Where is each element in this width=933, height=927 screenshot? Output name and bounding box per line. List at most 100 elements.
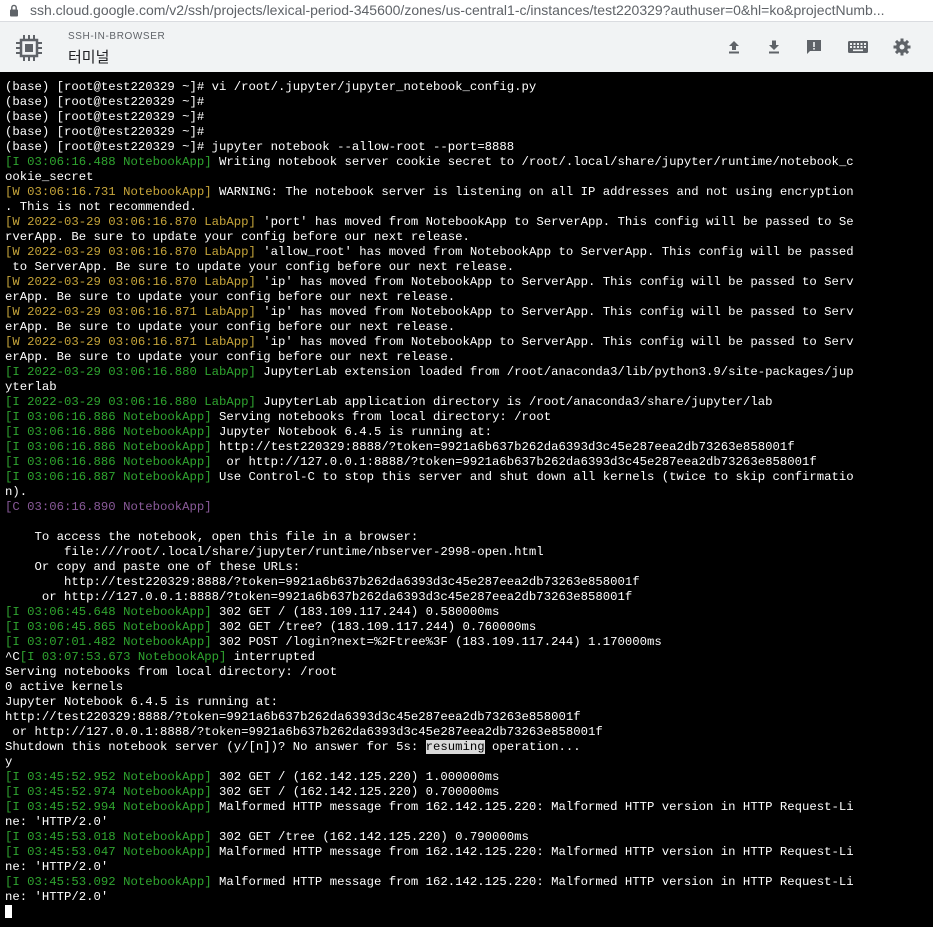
terminal-text: 'ip' has moved from NotebookApp to Serve… <box>255 335 854 349</box>
terminal-prompt-line <box>5 905 933 920</box>
terminal-line: [C 03:06:16.890 NotebookApp] <box>5 500 933 515</box>
terminal-line: ^C[I 03:07:53.673 NotebookApp] interrupt… <box>5 650 933 665</box>
terminal-line: [I 03:45:52.974 NotebookApp] 302 GET / (… <box>5 785 933 800</box>
terminal-text: http://test220329:8888/?token=9921a6b637… <box>5 575 640 589</box>
terminal-text: rverApp. Be sure to update your config b… <box>5 230 470 244</box>
terminal-text: To access the notebook, open this file i… <box>5 530 419 544</box>
terminal-text: (base) [root@test220329 ~]# <box>5 95 205 109</box>
terminal-line: [W 2022-03-29 03:06:16.870 LabApp] 'ip' … <box>5 275 933 290</box>
terminal-line: . This is not recommended. <box>5 200 933 215</box>
download-icon <box>769 40 779 54</box>
terminal-text: [I 03:06:16.488 NotebookApp] <box>5 155 212 169</box>
terminal-line: n). <box>5 485 933 500</box>
terminal-line: (base) [root@test220329 ~]# <box>5 110 933 125</box>
terminal-text: Serving notebooks from local directory: … <box>5 665 338 679</box>
settings-button[interactable] <box>890 35 914 59</box>
terminal-output: (base) [root@test220329 ~]# vi /root/.ju… <box>0 72 933 920</box>
terminal-line: To access the notebook, open this file i… <box>5 530 933 545</box>
terminal-line: [I 03:45:53.092 NotebookApp] Malformed H… <box>5 875 933 890</box>
terminal-text: [I 03:06:16.886 NotebookApp] <box>5 440 212 454</box>
terminal-line: erApp. Be sure to update your config bef… <box>5 350 933 365</box>
terminal-text: Malformed HTTP message from 162.142.125.… <box>211 875 854 889</box>
terminal-text: . This is not recommended. <box>5 200 197 214</box>
terminal-text: [I 03:45:52.974 NotebookApp] <box>5 785 212 799</box>
terminal-text: [W 03:06:16.731 NotebookApp] <box>5 185 212 199</box>
keyboard-button[interactable] <box>846 35 870 59</box>
terminal-line: or http://127.0.0.1:8888/?token=9921a6b6… <box>5 590 933 605</box>
terminal-line: Jupyter Notebook 6.4.5 is running at: <box>5 695 933 710</box>
terminal-text: [W 2022-03-29 03:06:16.870 LabApp] <box>5 245 256 259</box>
terminal-text: operation... <box>484 740 581 754</box>
terminal-text: [W 2022-03-29 03:06:16.870 LabApp] <box>5 275 256 289</box>
feedback-button[interactable] <box>802 35 826 59</box>
terminal-line: [W 2022-03-29 03:06:16.871 LabApp] 'ip' … <box>5 335 933 350</box>
terminal-line: [I 03:06:45.648 NotebookApp] 302 GET / (… <box>5 605 933 620</box>
terminal-text: WARNING: The notebook server is listenin… <box>211 185 854 199</box>
terminal-text: ^C <box>5 650 20 664</box>
compute-engine-chip-icon <box>16 35 42 61</box>
terminal-text: Malformed HTTP message from 162.142.125.… <box>211 845 854 859</box>
terminal-text: file:///root/.local/share/jupyter/runtim… <box>5 545 544 559</box>
terminal-cursor <box>5 905 12 918</box>
terminal-text: Malformed HTTP message from 162.142.125.… <box>211 800 854 814</box>
terminal-text: ne: 'HTTP/2.0' <box>5 860 109 874</box>
terminal-line: ookie_secret <box>5 170 933 185</box>
download-file-button[interactable] <box>762 35 786 59</box>
terminal-line: ne: 'HTTP/2.0' <box>5 890 933 905</box>
terminal-line: rverApp. Be sure to update your config b… <box>5 230 933 245</box>
terminal-line: [I 03:45:52.994 NotebookApp] Malformed H… <box>5 800 933 815</box>
terminal-line: (base) [root@test220329 ~]# jupyter note… <box>5 140 933 155</box>
terminal-text: (base) [root@test220329 ~]# <box>5 110 205 124</box>
terminal-text: [I 03:07:01.482 NotebookApp] <box>5 635 212 649</box>
feedback-icon <box>807 40 821 54</box>
terminal-text: [I 03:06:16.887 NotebookApp] <box>5 470 212 484</box>
terminal-text: 302 GET /tree (162.142.125.220) 0.790000… <box>211 830 529 844</box>
terminal-text: JupyterLab application directory is /roo… <box>255 395 773 409</box>
terminal-text: or http://127.0.0.1:8888/?token=9921a6b6… <box>211 455 817 469</box>
terminal-text: erApp. Be sure to update your config bef… <box>5 350 456 364</box>
terminal-line: ne: 'HTTP/2.0' <box>5 860 933 875</box>
terminal-text: Serving notebooks from local directory: … <box>211 410 552 424</box>
terminal-text: 'allow_root' has moved from NotebookApp … <box>255 245 854 259</box>
terminal-line: y <box>5 755 933 770</box>
terminal-text: 302 POST /login?next=%2Ftree%3F (183.109… <box>211 635 662 649</box>
terminal-line: [I 03:06:16.886 NotebookApp] Jupyter Not… <box>5 425 933 440</box>
terminal-text: http://test220329:8888/?token=9921a6b637… <box>5 710 581 724</box>
terminal-text: erApp. Be sure to update your config bef… <box>5 290 456 304</box>
terminal-text: erApp. Be sure to update your config bef… <box>5 320 456 334</box>
terminal-line: [I 2022-03-29 03:06:16.880 LabApp] Jupyt… <box>5 395 933 410</box>
terminal-line: [I 03:45:53.018 NotebookApp] 302 GET /tr… <box>5 830 933 845</box>
terminal-text: 0 active kernels <box>5 680 124 694</box>
terminal-window[interactable]: (base) [root@test220329 ~]# vi /root/.ju… <box>0 72 933 927</box>
terminal-line: (base) [root@test220329 ~]# <box>5 95 933 110</box>
terminal-line: [W 2022-03-29 03:06:16.871 LabApp] 'ip' … <box>5 305 933 320</box>
terminal-line: [I 03:06:16.886 NotebookApp] http://test… <box>5 440 933 455</box>
terminal-text: [I 03:06:16.886 NotebookApp] <box>5 410 212 424</box>
upload-icon <box>729 41 739 54</box>
terminal-text: interrupted <box>226 650 315 664</box>
terminal-line: yterlab <box>5 380 933 395</box>
terminal-text: 302 GET / (183.109.117.244) 0.580000ms <box>211 605 500 619</box>
terminal-line: to ServerApp. Be sure to update your con… <box>5 260 933 275</box>
terminal-text: [W 2022-03-29 03:06:16.870 LabApp] <box>5 215 256 229</box>
highlighted-text: resuming <box>425 740 485 754</box>
terminal-line: [W 2022-03-29 03:06:16.870 LabApp] 'allo… <box>5 245 933 260</box>
keyboard-icon <box>848 41 868 53</box>
terminal-line: http://test220329:8888/?token=9921a6b637… <box>5 575 933 590</box>
terminal-text: [I 03:06:16.886 NotebookApp] <box>5 455 212 469</box>
terminal-text: Or copy and paste one of these URLs: <box>5 560 301 574</box>
terminal-line: (base) [root@test220329 ~]# vi /root/.ju… <box>5 80 933 95</box>
terminal-line: [I 03:06:16.886 NotebookApp] Serving not… <box>5 410 933 425</box>
terminal-text: ookie_secret <box>5 170 94 184</box>
terminal-line: [I 2022-03-29 03:06:16.880 LabApp] Jupyt… <box>5 365 933 380</box>
address-bar[interactable]: ssh.cloud.google.com/v2/ssh/projects/lex… <box>0 0 933 22</box>
terminal-line: [I 03:06:16.886 NotebookApp] or http://1… <box>5 455 933 470</box>
terminal-text: [I 2022-03-29 03:06:16.880 LabApp] <box>5 365 256 379</box>
terminal-text: ne: 'HTTP/2.0' <box>5 815 109 829</box>
terminal-line: erApp. Be sure to update your config bef… <box>5 290 933 305</box>
terminal-text: Writing notebook server cookie secret to… <box>211 155 854 169</box>
terminal-text: [I 03:06:45.865 NotebookApp] <box>5 620 212 634</box>
terminal-text: n). <box>5 485 28 499</box>
url-text[interactable]: ssh.cloud.google.com/v2/ssh/projects/lex… <box>30 2 925 18</box>
upload-file-button[interactable] <box>722 35 746 59</box>
